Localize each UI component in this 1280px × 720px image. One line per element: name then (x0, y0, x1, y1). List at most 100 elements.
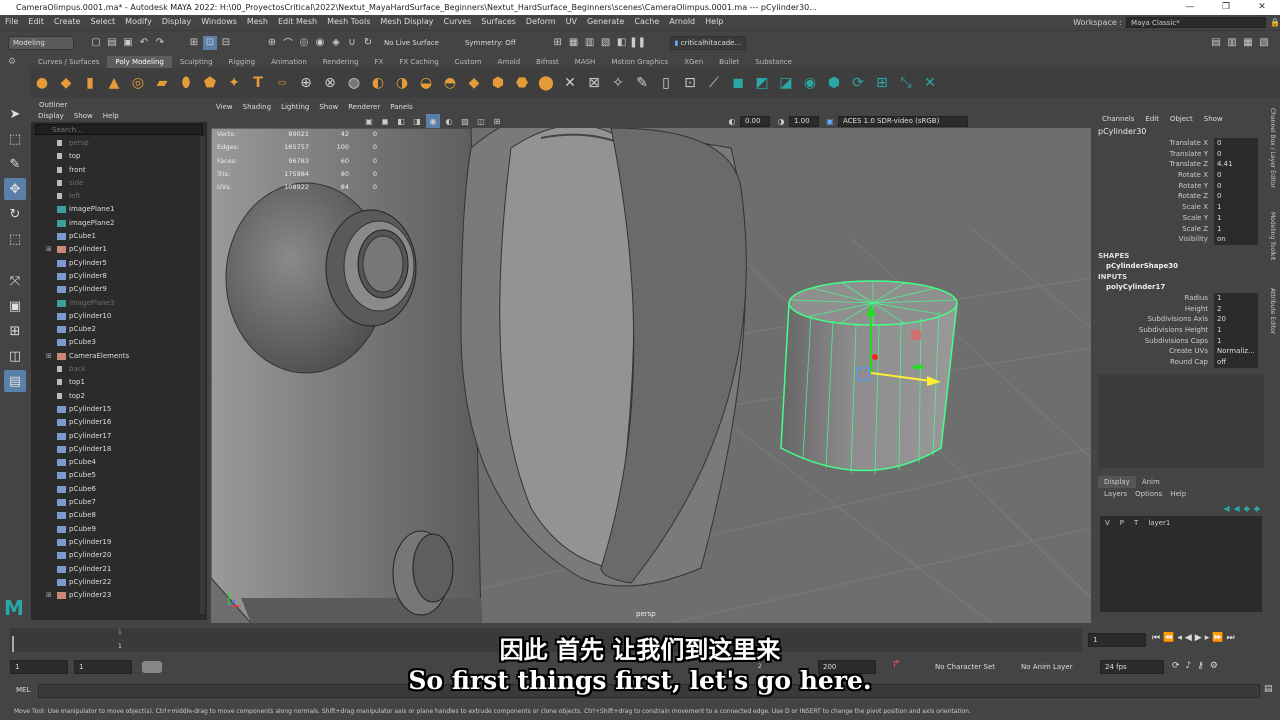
shelf-tab-animation[interactable]: Animation (263, 56, 315, 68)
attribute-label[interactable]: Translate X (1096, 138, 1214, 149)
color-management-icon[interactable]: ▣ (823, 114, 837, 128)
menu-mesh[interactable]: Mesh (242, 15, 273, 29)
sphere-map-icon[interactable]: ◉ (799, 72, 821, 94)
shelf-tab-rendering[interactable]: Rendering (315, 56, 367, 68)
snap-point-icon[interactable]: ◎ (297, 36, 311, 50)
snap-curve-icon[interactable]: ⌒ (281, 36, 295, 50)
separate-icon[interactable]: ⊗ (319, 72, 341, 94)
attribute-label[interactable]: Rotate Y (1096, 181, 1214, 192)
shelf-tab-fx-caching[interactable]: FX Caching (391, 56, 446, 68)
user-dropdown[interactable]: ▮ criticalhitacade... (669, 35, 747, 50)
shelf-tab-curves-surfaces[interactable]: Curves / Surfaces (30, 56, 107, 68)
lights-icon[interactable]: ◉ (426, 114, 440, 128)
viewport-menu-shading[interactable]: Shading (238, 101, 276, 114)
attribute-value[interactable]: 20 (1214, 314, 1258, 325)
attribute-row[interactable]: Translate Y0 (1096, 148, 1266, 160)
attribute-row[interactable]: Translate X0 (1096, 138, 1266, 149)
smooth-shade-icon[interactable]: ◼ (378, 114, 392, 128)
attribute-value[interactable]: 2 (1214, 303, 1258, 315)
attribute-editor-icon[interactable]: ▥ (1225, 36, 1239, 50)
viewport-menu-lighting[interactable]: Lighting (276, 101, 314, 114)
select-component-icon[interactable]: ⊟ (219, 36, 233, 50)
menu-edit[interactable]: Edit (23, 15, 49, 29)
attribute-value[interactable]: 1 (1214, 335, 1258, 347)
render-icon[interactable]: ▦ (567, 36, 581, 50)
channel-menu-edit[interactable]: Edit (1145, 112, 1159, 126)
layer-menu-layers[interactable]: Layers (1104, 488, 1127, 500)
shelf-tab-substance[interactable]: Substance (747, 56, 800, 68)
poly-cylinder-icon[interactable]: ▮ (79, 72, 101, 94)
shelf-tab-rigging[interactable]: Rigging (221, 56, 264, 68)
shadows-icon[interactable]: ◐ (442, 114, 456, 128)
menu-help[interactable]: Help (700, 15, 728, 29)
layer-menu-options[interactable]: Options (1135, 488, 1162, 500)
poly-sphere-icon[interactable]: ● (31, 72, 53, 94)
edge-loop-icon[interactable]: ▯ (655, 72, 677, 94)
menu-cache[interactable]: Cache (629, 15, 664, 29)
gamma-icon[interactable]: ◑ (774, 114, 788, 128)
outliner-item[interactable]: pCube9 (31, 523, 207, 536)
xray-icon[interactable]: ▨ (458, 114, 472, 128)
attribute-value[interactable]: 0 (1214, 170, 1258, 181)
outliner-search-input[interactable]: Search... (35, 124, 203, 135)
shelf-tab-poly-modeling[interactable]: Poly Modeling (107, 56, 172, 68)
outliner-item[interactable]: top1 (31, 376, 207, 389)
mirror-icon[interactable]: ◑ (391, 72, 413, 94)
attribute-label[interactable]: Rotate Z (1096, 191, 1214, 202)
viewport-menu-view[interactable]: View (211, 101, 238, 114)
new-layer-icon[interactable]: ◀ (1223, 504, 1229, 513)
last-tool-icon[interactable]: ⤧ (4, 270, 26, 292)
selected-cylinder[interactable] (780, 280, 958, 475)
layer-tab-anim[interactable]: Anim (1136, 476, 1166, 488)
outliner-layout-icon[interactable]: ▤ (4, 370, 26, 392)
outliner-item[interactable]: pCube5 (31, 469, 207, 482)
attribute-label[interactable]: Rotate X (1096, 170, 1214, 181)
attribute-label[interactable]: Height (1096, 304, 1214, 315)
channel-menu-object[interactable]: Object (1170, 112, 1193, 126)
poly-cone-icon[interactable]: ▲ (103, 72, 125, 94)
snap-surface-icon[interactable]: ◈ (329, 36, 343, 50)
ipr-icon[interactable]: ▥ (583, 36, 597, 50)
shelf-settings-icon[interactable]: ⚙ (8, 57, 16, 67)
fill-hole-icon[interactable]: ⬣ (511, 72, 533, 94)
outliner-item[interactable]: pCylinder19 (31, 536, 207, 549)
outliner-item[interactable]: pCylinder21 (31, 563, 207, 576)
outliner-item[interactable]: pCylinder20 (31, 549, 207, 562)
grid-icon[interactable]: ⊞ (490, 114, 504, 128)
redo-icon[interactable]: ↷ (153, 36, 167, 50)
new-scene-icon[interactable]: ▢ (89, 36, 103, 50)
input-node-name[interactable]: polyCylinder17 (1096, 282, 1266, 293)
attribute-row[interactable]: Subdivisions Axis 20 (1096, 314, 1266, 325)
viewport-3d[interactable]: ✥ Verts: 89021 42 0 Edges: 185757 100 0 Faces: 96… (211, 128, 1091, 623)
move-tool-icon[interactable]: ✥ (4, 178, 26, 200)
menu-mesh-display[interactable]: Mesh Display (375, 15, 438, 29)
outliner-item[interactable]: top2 (31, 390, 207, 403)
layer-name[interactable]: layer1 (1148, 519, 1170, 527)
layer-menu-help[interactable]: Help (1170, 488, 1186, 500)
attribute-label[interactable]: Translate Z (1096, 159, 1214, 170)
attribute-label[interactable]: Visibility (1096, 234, 1214, 245)
attribute-value[interactable]: 1 (1214, 324, 1258, 336)
outliner-menu-display[interactable]: Display (38, 110, 64, 122)
sew-uv-icon[interactable]: ⊞ (871, 72, 893, 94)
attribute-label[interactable]: Radius (1096, 293, 1214, 304)
attribute-value[interactable]: 4.41 (1214, 159, 1258, 171)
menu-edit-mesh[interactable]: Edit Mesh (273, 15, 322, 29)
outliner-menu-show[interactable]: Show (74, 110, 93, 122)
shelf-tab-motion-graphics[interactable]: Motion Graphics (603, 56, 676, 68)
viewport-menu-panels[interactable]: Panels (385, 101, 418, 114)
snap-view-icon[interactable]: ◉ (313, 36, 327, 50)
modeling-toolkit-icon[interactable]: ▤ (1209, 36, 1223, 50)
new-layer-selected-icon[interactable]: ◀ (1234, 504, 1240, 513)
menu-modify[interactable]: Modify (120, 15, 157, 29)
outliner-item[interactable]: pCylinder22 (31, 576, 207, 589)
open-scene-icon[interactable]: ▤ (105, 36, 119, 50)
wireframe-icon[interactable]: ▣ (362, 114, 376, 128)
insert-edge-icon[interactable]: ⊡ (679, 72, 701, 94)
platonic-icon[interactable]: ⬟ (199, 72, 221, 94)
cylinder-map-icon[interactable]: ◪ (775, 72, 797, 94)
menu-curves[interactable]: Curves (438, 15, 476, 29)
outliner-item[interactable]: ⊞ pCylinder23 (31, 589, 207, 602)
poly-plane-icon[interactable]: ▰ (151, 72, 173, 94)
outliner-item[interactable]: front (31, 164, 207, 177)
